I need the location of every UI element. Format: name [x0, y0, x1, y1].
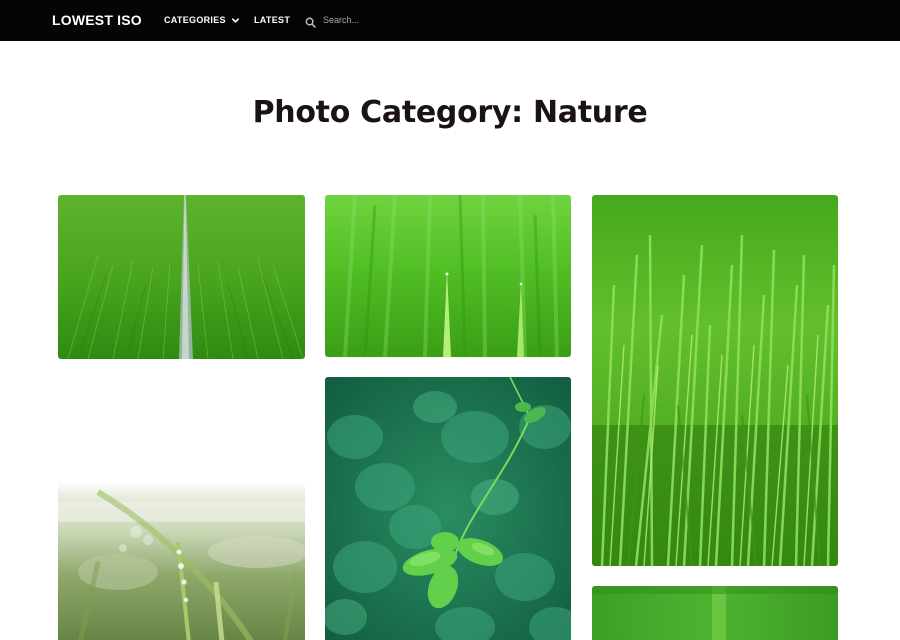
photo-clover-leaves[interactable] — [325, 377, 571, 640]
photo-rice-field[interactable] — [58, 195, 305, 359]
search-input[interactable] — [323, 15, 443, 25]
search-icon[interactable] — [305, 15, 316, 28]
nav-latest-link[interactable]: LATEST — [254, 15, 290, 25]
nav-categories-menu[interactable]: CATEGORIES — [164, 15, 240, 25]
photo-green-blur[interactable] — [592, 586, 838, 640]
search-box — [305, 11, 455, 29]
page-title: Photo Category: Nature — [252, 95, 648, 130]
photo-tall-rice-grass[interactable] — [592, 195, 838, 566]
nav-categories-label: CATEGORIES — [164, 15, 226, 25]
photo-grass-closeup[interactable] — [325, 195, 571, 357]
site-logo[interactable]: LOWEST ISO — [52, 12, 142, 28]
chevron-down-icon — [231, 16, 240, 25]
nav-latest-label: LATEST — [254, 15, 291, 25]
photo-dew-drops[interactable] — [58, 482, 305, 640]
top-navbar: LOWEST ISO CATEGORIES LATEST — [0, 0, 900, 41]
